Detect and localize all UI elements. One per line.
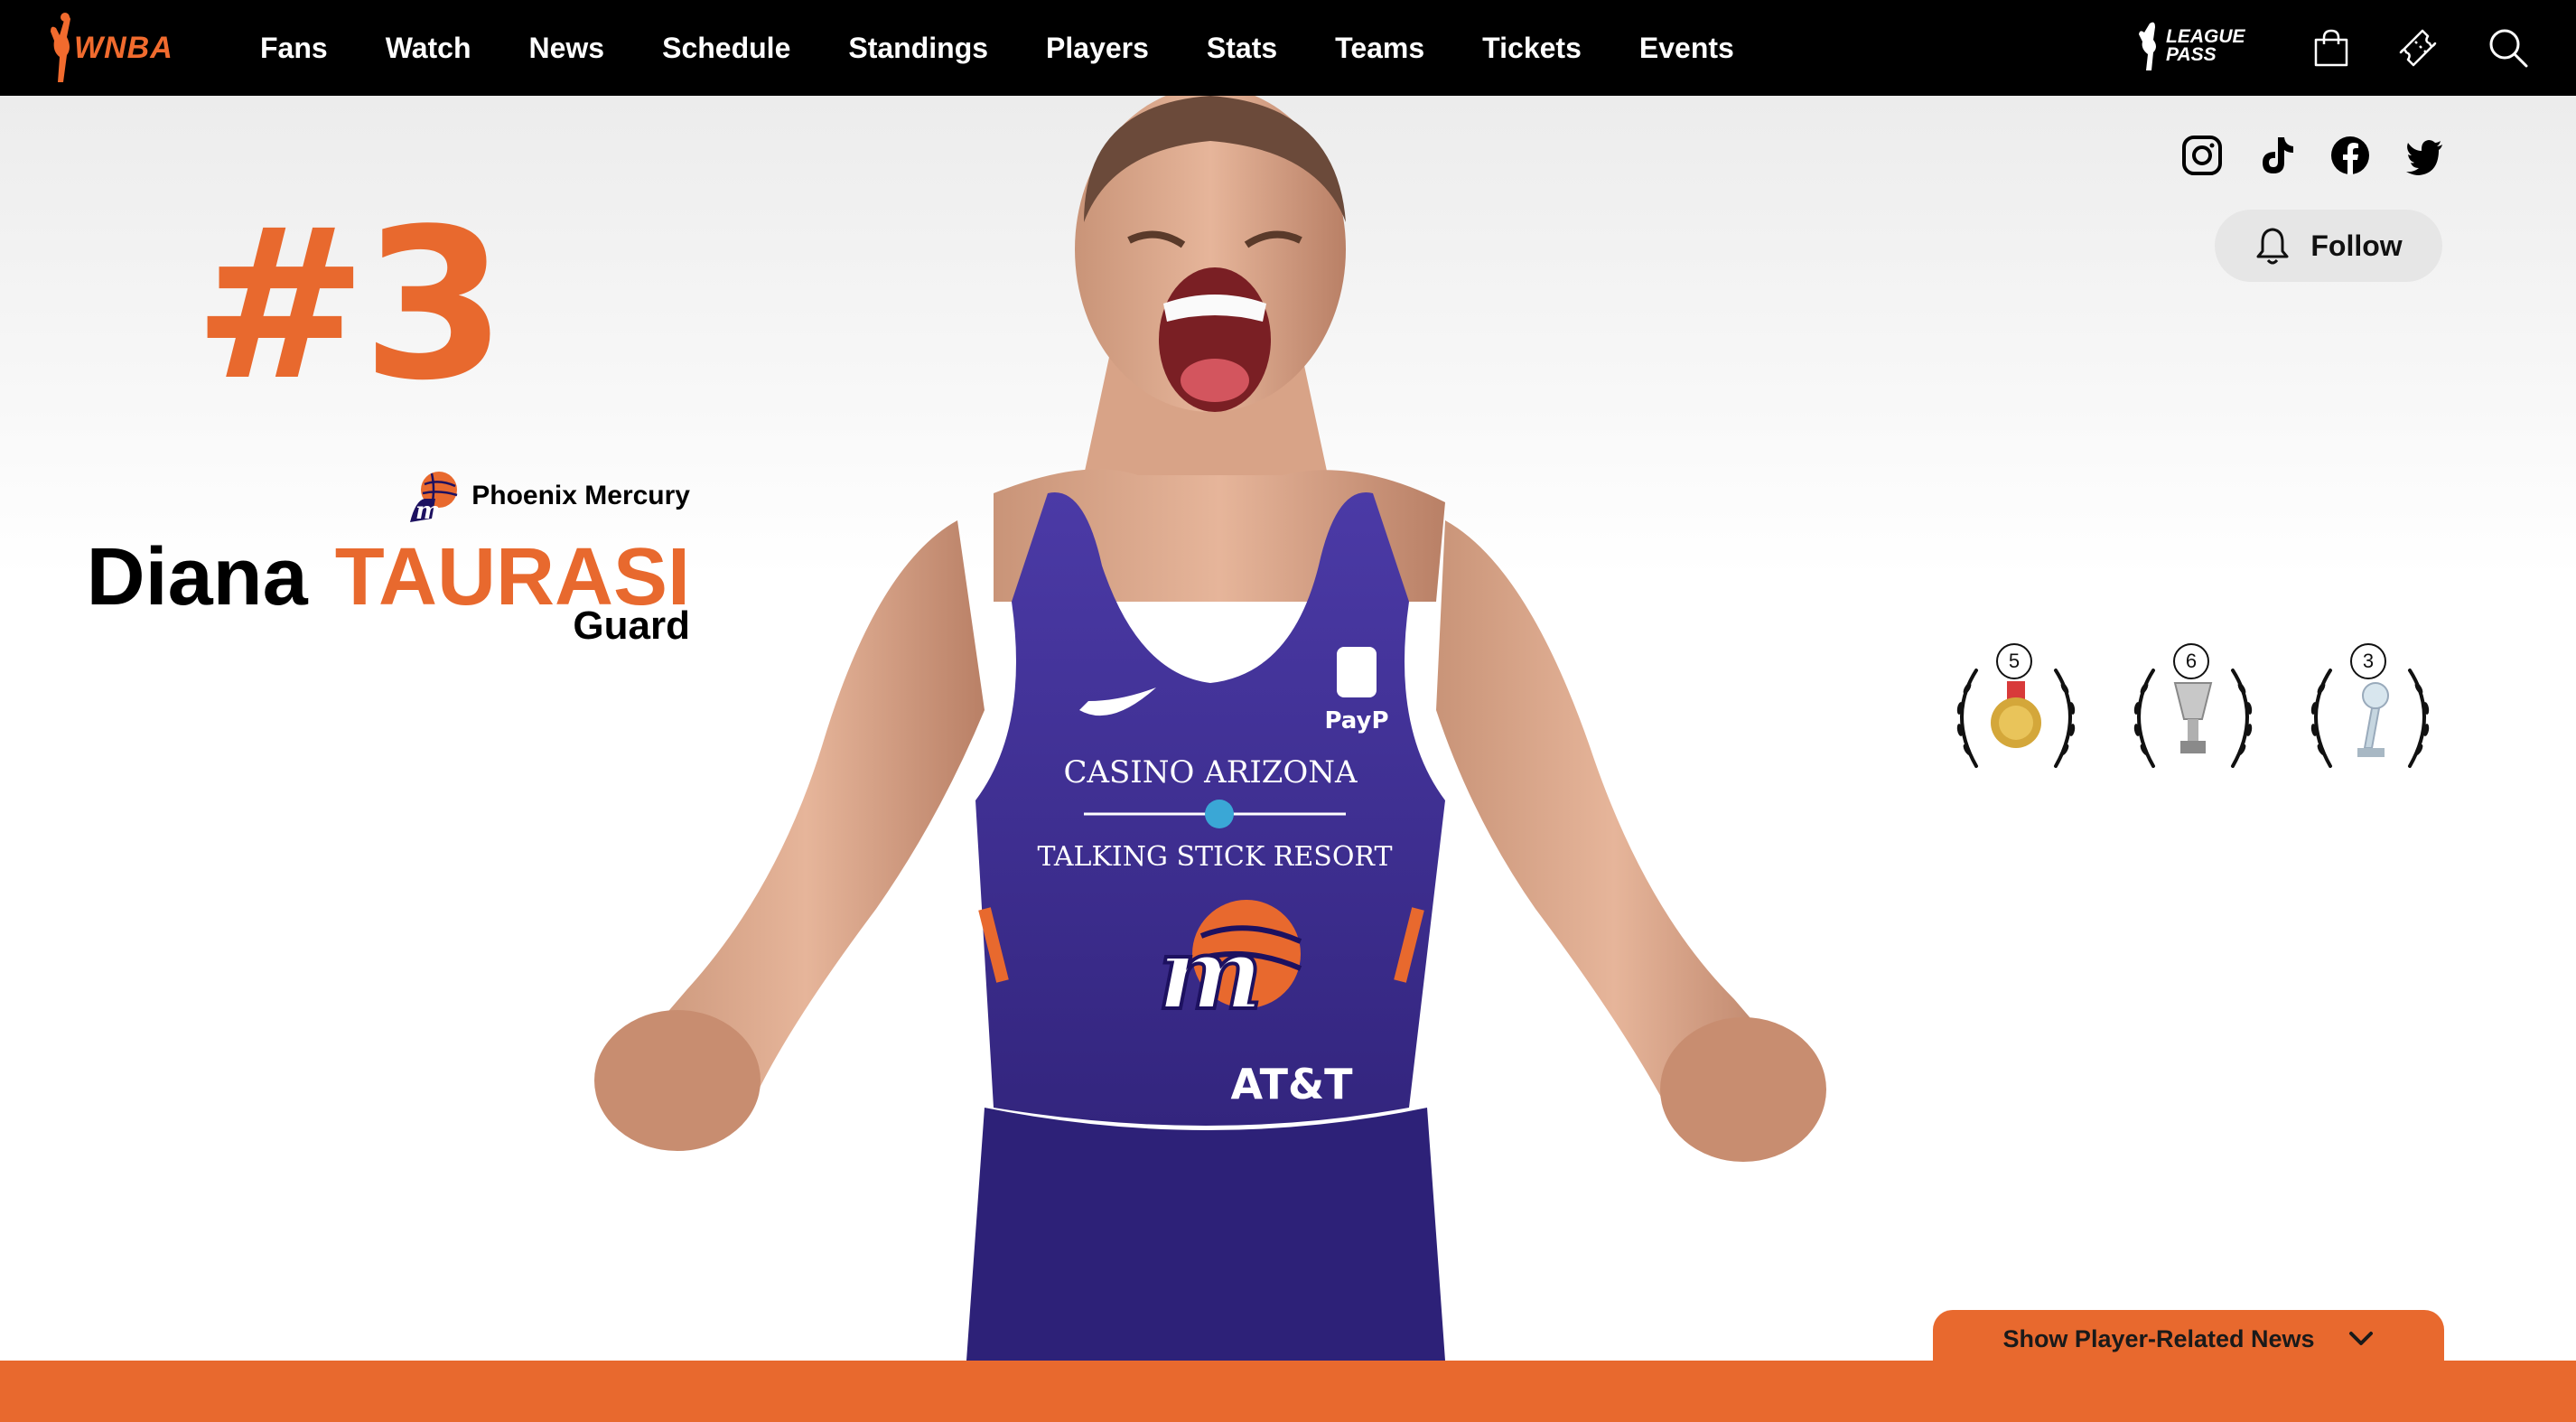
- svg-text:AT&T: AT&T: [1231, 1060, 1354, 1109]
- wnba-logo[interactable]: WNBA: [47, 9, 173, 87]
- svg-text:m: m: [1158, 915, 1263, 1032]
- twitter-icon[interactable]: [2403, 134, 2446, 177]
- svg-text:m: m: [415, 498, 441, 525]
- main-menu: Fans Watch News Schedule Standings Playe…: [260, 0, 1792, 96]
- player-photo: CASINO ARIZONA TALKING STICK RESORT m AT…: [594, 96, 1826, 1361]
- award-championship-trophy[interactable]: 6: [2117, 643, 2269, 795]
- league-pass-text: LEAGUE PASS: [2166, 26, 2245, 65]
- nav-item-teams[interactable]: Teams: [1335, 32, 1424, 65]
- nav-item-news[interactable]: News: [529, 32, 605, 65]
- ticket-icon[interactable]: [2395, 25, 2441, 70]
- bell-icon: [2256, 228, 2289, 265]
- jersey-number: #3: [193, 185, 507, 426]
- shopping-bag-icon[interactable]: [2309, 25, 2354, 70]
- award-count: 5: [1996, 643, 2032, 679]
- bottom-band: [0, 1361, 2576, 1422]
- league-pass-link[interactable]: LEAGUE PASS: [2137, 20, 2245, 72]
- player-first-name: Diana: [86, 532, 308, 622]
- nav-item-fans[interactable]: Fans: [260, 32, 328, 65]
- nav-item-stats[interactable]: Stats: [1207, 32, 1277, 65]
- nav-item-schedule[interactable]: Schedule: [662, 32, 790, 65]
- svg-text:PayP: PayP: [1324, 707, 1388, 734]
- svg-text:TALKING STICK RESORT: TALKING STICK RESORT: [1038, 841, 1393, 873]
- nav-item-tickets[interactable]: Tickets: [1482, 32, 1582, 65]
- svg-text:CASINO ARIZONA: CASINO ARIZONA: [1063, 754, 1358, 791]
- news-label: Show Player-Related News: [2002, 1324, 2315, 1352]
- search-icon[interactable]: [2486, 25, 2531, 70]
- league-pass-line1: LEAGUE: [2166, 26, 2245, 47]
- facebook-icon[interactable]: [2329, 134, 2372, 177]
- chevron-down-icon: [2348, 1332, 2373, 1345]
- award-count: 3: [2350, 643, 2386, 679]
- tiktok-icon[interactable]: [2254, 134, 2298, 177]
- award-gold-medal[interactable]: 5: [1940, 643, 2092, 795]
- follow-label: Follow: [2310, 229, 2403, 262]
- show-player-news-button[interactable]: Show Player-Related News: [1933, 1310, 2444, 1368]
- league-pass-line2: PASS: [2166, 44, 2217, 65]
- phoenix-mercury-logo-icon: m: [410, 472, 458, 525]
- player-hero: #3 m Phoenix Mercury DianaTAURASI Guard: [0, 96, 2576, 1361]
- nav-item-watch[interactable]: Watch: [386, 32, 471, 65]
- top-nav: WNBA Fans Watch News Schedule Standings …: [0, 0, 2576, 96]
- nav-item-standings[interactable]: Standings: [848, 32, 988, 65]
- league-pass-logo-icon: [2139, 22, 2156, 71]
- logo-text: WNBA: [74, 30, 173, 65]
- nav-item-events[interactable]: Events: [1639, 32, 1734, 65]
- award-crystal-trophy[interactable]: 3: [2294, 643, 2446, 795]
- instagram-icon[interactable]: [2180, 134, 2224, 177]
- follow-button[interactable]: Follow: [2215, 210, 2442, 282]
- logo-silhouette-icon: [51, 13, 70, 82]
- nav-item-players[interactable]: Players: [1046, 32, 1149, 65]
- award-count: 6: [2173, 643, 2209, 679]
